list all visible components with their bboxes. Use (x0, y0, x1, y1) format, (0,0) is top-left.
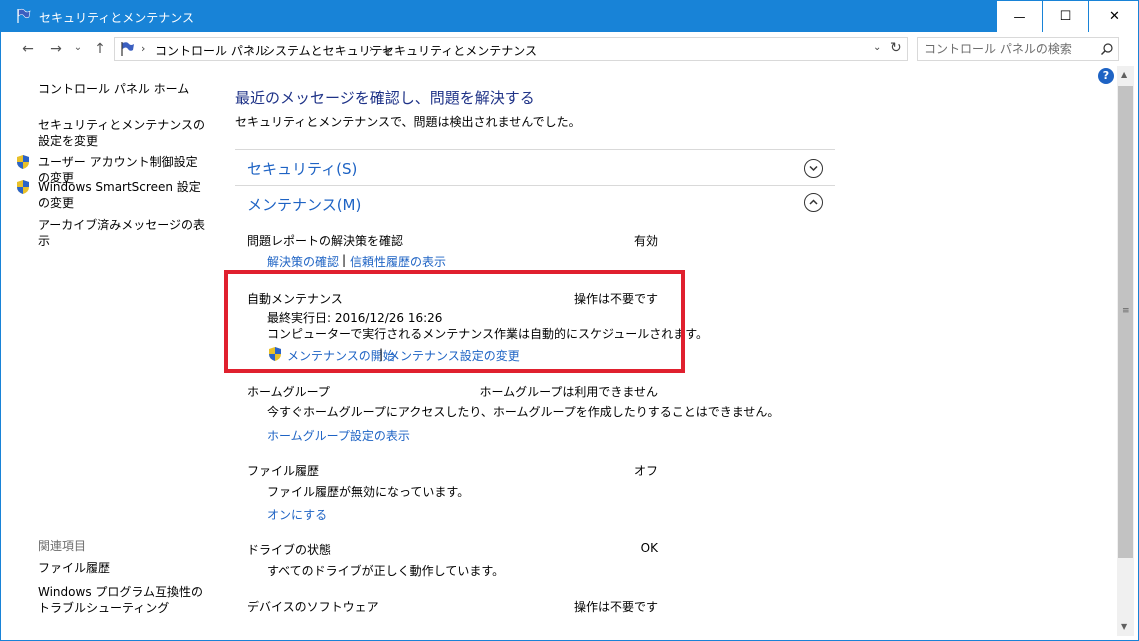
minimize-button[interactable]: — (996, 1, 1042, 32)
control-panel-flag-icon (121, 42, 134, 56)
breadcrumb-system-security[interactable]: システムとセキュリティ (263, 42, 394, 59)
highlight-box (224, 270, 685, 373)
homegroup-settings-link[interactable]: ホームグループ設定の表示 (267, 427, 410, 444)
uac-shield-icon (17, 180, 29, 194)
related-item-file-history[interactable]: ファイル履歴 (38, 560, 208, 576)
maximize-icon: ☐ (1059, 9, 1072, 24)
homegroup-label: ホームグループ (247, 385, 330, 399)
minimize-icon: — (1013, 9, 1026, 24)
expand-security-button[interactable] (804, 159, 823, 178)
search-icon[interactable] (1100, 42, 1114, 56)
recent-locations-button[interactable]: ⌄ (69, 40, 87, 56)
related-item-compat-troubleshooter[interactable]: Windows プログラム互換性のトラブルシューティング (38, 584, 208, 616)
window-title: セキュリティとメンテナンス (39, 11, 195, 25)
file-history-label: ファイル履歴 (247, 464, 320, 478)
drive-status-label: ドライブの状態 (247, 543, 332, 557)
problem-reports-label: 問題レポートの解決策を確認 (247, 234, 404, 248)
collapse-maintenance-button[interactable] (804, 193, 823, 212)
control-panel-window: セキュリティとメンテナンス — ☐ ✕ ← → ⌄ ↑ › コントロール パネル… (0, 0, 1139, 641)
maintenance-section-header[interactable]: メンテナンス(M) (247, 194, 361, 215)
homegroup-status: ホームグループは利用できません (479, 385, 658, 399)
link-separator: | (342, 253, 347, 267)
back-button[interactable]: ← (19, 41, 37, 57)
address-row: ← → ⌄ ↑ › コントロール パネル › システムとセキュリティ › セキュ… (1, 32, 1138, 66)
search-input[interactable] (924, 41, 1094, 57)
close-button[interactable]: ✕ (1088, 1, 1138, 32)
maximize-button[interactable]: ☐ (1042, 1, 1088, 32)
help-icon[interactable]: ? (1098, 68, 1114, 84)
file-history-description: ファイル履歴が無効になっています。 (267, 485, 470, 499)
scrollbar-thumb[interactable]: ≡ (1118, 86, 1133, 558)
close-icon: ✕ (1109, 9, 1120, 24)
uac-shield-icon (17, 155, 29, 169)
turn-on-file-history-link[interactable]: オンにする (267, 506, 327, 523)
security-section-header[interactable]: セキュリティ(S) (247, 158, 357, 179)
reliability-history-link[interactable]: 信頼性履歴の表示 (350, 253, 446, 270)
title-bar[interactable]: セキュリティとメンテナンス — ☐ ✕ (1, 1, 1138, 32)
file-history-status: オフ (633, 464, 658, 478)
up-button[interactable]: ↑ (91, 41, 109, 57)
address-bar[interactable]: › コントロール パネル › システムとセキュリティ › セキュリティとメンテナ… (114, 37, 908, 61)
homegroup-description: 今すぐホームグループにアクセスしたり、ホームグループを作成したりすることはできま… (267, 405, 780, 419)
chevron-down-icon (809, 165, 818, 172)
breadcrumb-separator[interactable]: › (250, 42, 254, 55)
breadcrumb-security-maintenance[interactable]: セキュリティとメンテナンス (382, 42, 537, 59)
left-nav-pane: コントロール パネル ホーム セキュリティとメンテナンスの設定を変更 ユーザー … (1, 66, 213, 640)
sidebar-item-archived-messages[interactable]: アーカイブ済みメッセージの表示 (38, 217, 208, 249)
sidebar-item-smartscreen[interactable]: Windows SmartScreen 設定の変更 (38, 179, 208, 211)
sidebar-item-home[interactable]: コントロール パネル ホーム (38, 81, 208, 97)
breadcrumb-separator[interactable]: › (369, 42, 373, 55)
search-box[interactable] (917, 37, 1119, 61)
page-subtitle: セキュリティとメンテナンスで、問題は検出されませんでした。 (235, 115, 581, 129)
check-solutions-link[interactable]: 解決策の確認 (267, 253, 339, 270)
up-arrow-icon: ↑ (94, 41, 106, 57)
scroll-down-icon[interactable]: ▼ (1121, 622, 1127, 631)
chevron-up-icon (809, 199, 818, 205)
flag-icon (17, 8, 31, 23)
breadcrumb-separator: › (141, 42, 146, 55)
vertical-scrollbar[interactable]: ▲ ≡ ▼ (1117, 66, 1134, 636)
forward-button[interactable]: → (47, 41, 65, 57)
scroll-up-icon[interactable]: ▲ (1121, 70, 1127, 79)
related-items-heading: 関連項目 (38, 539, 87, 553)
address-dropdown-icon[interactable]: ⌄ (873, 42, 881, 53)
back-arrow-icon: ← (22, 41, 34, 57)
drive-status-status: OK (640, 541, 658, 555)
device-software-label: デバイスのソフトウェア (247, 600, 379, 614)
drive-status-description: すべてのドライブが正しく動作しています。 (267, 564, 505, 578)
page-title: 最近のメッセージを確認し、問題を解決する (235, 89, 535, 107)
refresh-icon[interactable]: ↻ (890, 40, 902, 56)
problem-reports-status: 有効 (633, 234, 658, 248)
section-divider (235, 149, 835, 150)
forward-arrow-icon: → (50, 41, 62, 57)
grip-icon: ≡ (1122, 306, 1130, 316)
device-software-status: 操作は不要です (573, 600, 658, 614)
sidebar-item-change-settings[interactable]: セキュリティとメンテナンスの設定を変更 (38, 117, 208, 149)
chevron-down-icon: ⌄ (73, 42, 83, 53)
section-divider (235, 185, 835, 186)
